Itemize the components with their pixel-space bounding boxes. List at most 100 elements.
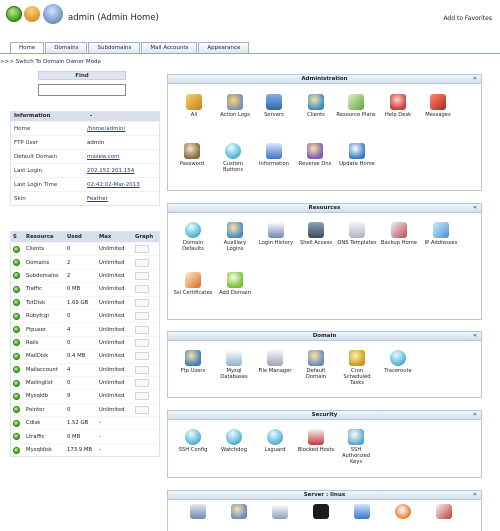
- usage-graph[interactable]: [135, 312, 149, 321]
- server-icon-1[interactable]: [190, 504, 206, 519]
- find-input[interactable]: [38, 84, 126, 96]
- panel-header[interactable]: Domain «: [168, 332, 481, 341]
- usage-graph[interactable]: [135, 379, 149, 388]
- usage-graph[interactable]: [135, 352, 149, 361]
- tab-domains[interactable]: Domains: [45, 42, 88, 53]
- admin-item-information[interactable]: Information: [254, 143, 294, 167]
- status-ok-icon: [13, 433, 20, 441]
- item-label: Backup Home: [381, 240, 417, 246]
- admin-home-icon[interactable]: [43, 4, 63, 24]
- usage-graph[interactable]: [135, 245, 149, 254]
- usage-graph[interactable]: [135, 392, 149, 401]
- usage-graph[interactable]: [135, 285, 149, 294]
- collapse-icon[interactable]: «: [472, 412, 478, 418]
- server-icon-6[interactable]: [395, 504, 411, 519]
- max-value: Unlimited: [99, 380, 125, 387]
- collapse-icon[interactable]: «: [472, 333, 478, 339]
- watchdog-icon: [226, 429, 242, 445]
- res-item-auxiliary-logins[interactable]: Auxiliary Logins: [215, 222, 255, 252]
- item-label: Password: [179, 161, 205, 167]
- tab-appearance[interactable]: Appearance: [198, 42, 250, 53]
- item-label: Blocked Hosts: [297, 447, 335, 453]
- domain-item-mysql-databases[interactable]: Mysql Databases: [214, 350, 254, 380]
- domain-item-cron-scheduled-tasks[interactable]: Cron Scheduled Tasks: [337, 350, 377, 386]
- col-used[interactable]: Used: [67, 232, 99, 242]
- security-item-ssh-authorized-keys[interactable]: SSH Authorized Keys: [336, 429, 376, 465]
- server-icon-3[interactable]: [272, 504, 288, 519]
- user-icon[interactable]: [24, 6, 40, 22]
- col-resource[interactable]: Resource: [26, 232, 67, 242]
- server-icon-4[interactable]: [313, 504, 329, 519]
- server-icon-5[interactable]: [354, 504, 370, 519]
- col-status[interactable]: S: [11, 232, 26, 242]
- info-value-link[interactable]: 02:42:02-Mar-2013: [87, 182, 140, 188]
- info-value-link[interactable]: Feather: [87, 196, 108, 202]
- resource-name: TotDisk: [26, 299, 46, 306]
- tab-home[interactable]: Home: [10, 42, 45, 53]
- item-label: Cron Scheduled Tasks: [343, 368, 371, 386]
- info-value-link[interactable]: masew.com: [87, 154, 119, 160]
- graph-cell: [135, 258, 159, 267]
- add-to-favorites-link[interactable]: Add to Favorites: [443, 15, 492, 22]
- admin-item-clients[interactable]: Clients: [296, 94, 336, 118]
- res-item-login-history[interactable]: Login History: [256, 222, 296, 246]
- usage-graph[interactable]: [135, 298, 149, 307]
- panel-title: Resources: [308, 205, 341, 211]
- admin-item-servers[interactable]: Servers: [254, 94, 294, 118]
- switch-domain-owner-link[interactable]: >>> Switch To Domain Owner Mode: [0, 59, 101, 65]
- collapse-icon[interactable]: «: [472, 205, 478, 211]
- server-icon-7[interactable]: [436, 504, 452, 519]
- res-item-domain-defaults[interactable]: Domain Defaults: [173, 222, 213, 252]
- power-icon[interactable]: [6, 6, 22, 22]
- usage-graph[interactable]: [135, 405, 149, 414]
- admin-item-password[interactable]: Password: [172, 143, 212, 167]
- tab-subdomains[interactable]: Subdomains: [88, 42, 141, 53]
- res-item-ssl-certificates[interactable]: Ssl Certificates: [173, 272, 213, 296]
- panel-header[interactable]: Resources «: [168, 204, 481, 213]
- domain-item-default-domain[interactable]: Default Domain: [296, 350, 336, 380]
- server-icon-2[interactable]: [231, 504, 247, 519]
- domain-item-file-manager[interactable]: File Manager: [255, 350, 295, 374]
- usage-graph[interactable]: [135, 325, 149, 334]
- res-item-backup-home[interactable]: Backup Home: [379, 222, 419, 246]
- res-item-shell-access[interactable]: Shell Access: [296, 222, 336, 246]
- admin-item-resource-plans[interactable]: Resource Plans: [336, 94, 376, 118]
- security-item-ssh-config[interactable]: SSH Config: [173, 429, 213, 453]
- collapse-icon[interactable]: «: [472, 76, 478, 82]
- usage-graph[interactable]: [135, 365, 149, 374]
- res-item-ip-addresses[interactable]: IP Addresses: [421, 222, 461, 246]
- admin-item-action-logs[interactable]: Action Logs: [215, 94, 255, 118]
- security-item-lxguard[interactable]: Lxguard: [255, 429, 295, 453]
- admin-item-custom-buttons[interactable]: Custom Buttons: [213, 143, 253, 173]
- admin-item-all[interactable]: All: [174, 94, 214, 118]
- panel-header[interactable]: Administration «: [168, 75, 481, 84]
- col-max[interactable]: Max: [99, 232, 135, 242]
- col-graph[interactable]: Graph: [135, 232, 159, 242]
- security-item-watchdog[interactable]: Watchdog: [214, 429, 254, 453]
- info-row-ftp-user: FTP User admin: [11, 135, 159, 149]
- information-dash: -: [90, 113, 93, 119]
- status-ok-icon: [13, 446, 20, 454]
- admin-item-reverse-dns[interactable]: Reverse Dns: [295, 143, 335, 167]
- status-ok-icon: [13, 379, 20, 387]
- security-item-blocked-hosts[interactable]: Blocked Hosts: [296, 429, 336, 453]
- tab-mail-accounts[interactable]: Mail Accounts: [141, 42, 198, 53]
- res-item-dns-templates[interactable]: DNS Templates: [337, 222, 377, 246]
- admin-item-messages[interactable]: Messages: [418, 94, 458, 118]
- domain-item-ftp-users[interactable]: Ftp Users: [173, 350, 213, 374]
- info-value-link[interactable]: 202.152.201.154: [87, 168, 134, 174]
- usage-graph[interactable]: [135, 258, 149, 267]
- panel-header[interactable]: Server : linux «: [168, 491, 481, 500]
- info-label: Skin: [14, 195, 26, 202]
- usage-graph[interactable]: [135, 271, 149, 280]
- admin-item-update-home[interactable]: Update Home: [337, 143, 377, 167]
- collapse-icon[interactable]: «: [472, 492, 478, 498]
- usage-graph[interactable]: [135, 338, 149, 347]
- panel-header[interactable]: Security «: [168, 411, 481, 420]
- domain-item-traceroute[interactable]: Traceroute: [378, 350, 418, 374]
- res-item-add-domain[interactable]: Add Domain: [215, 272, 255, 296]
- admin-item-help-desk[interactable]: Help Desk: [378, 94, 418, 118]
- table-row: Mailaccount 4 Unlimited: [11, 362, 159, 376]
- table-row: Ftpuser 4 Unlimited: [11, 322, 159, 335]
- info-value-link[interactable]: /home/admin/: [87, 126, 125, 132]
